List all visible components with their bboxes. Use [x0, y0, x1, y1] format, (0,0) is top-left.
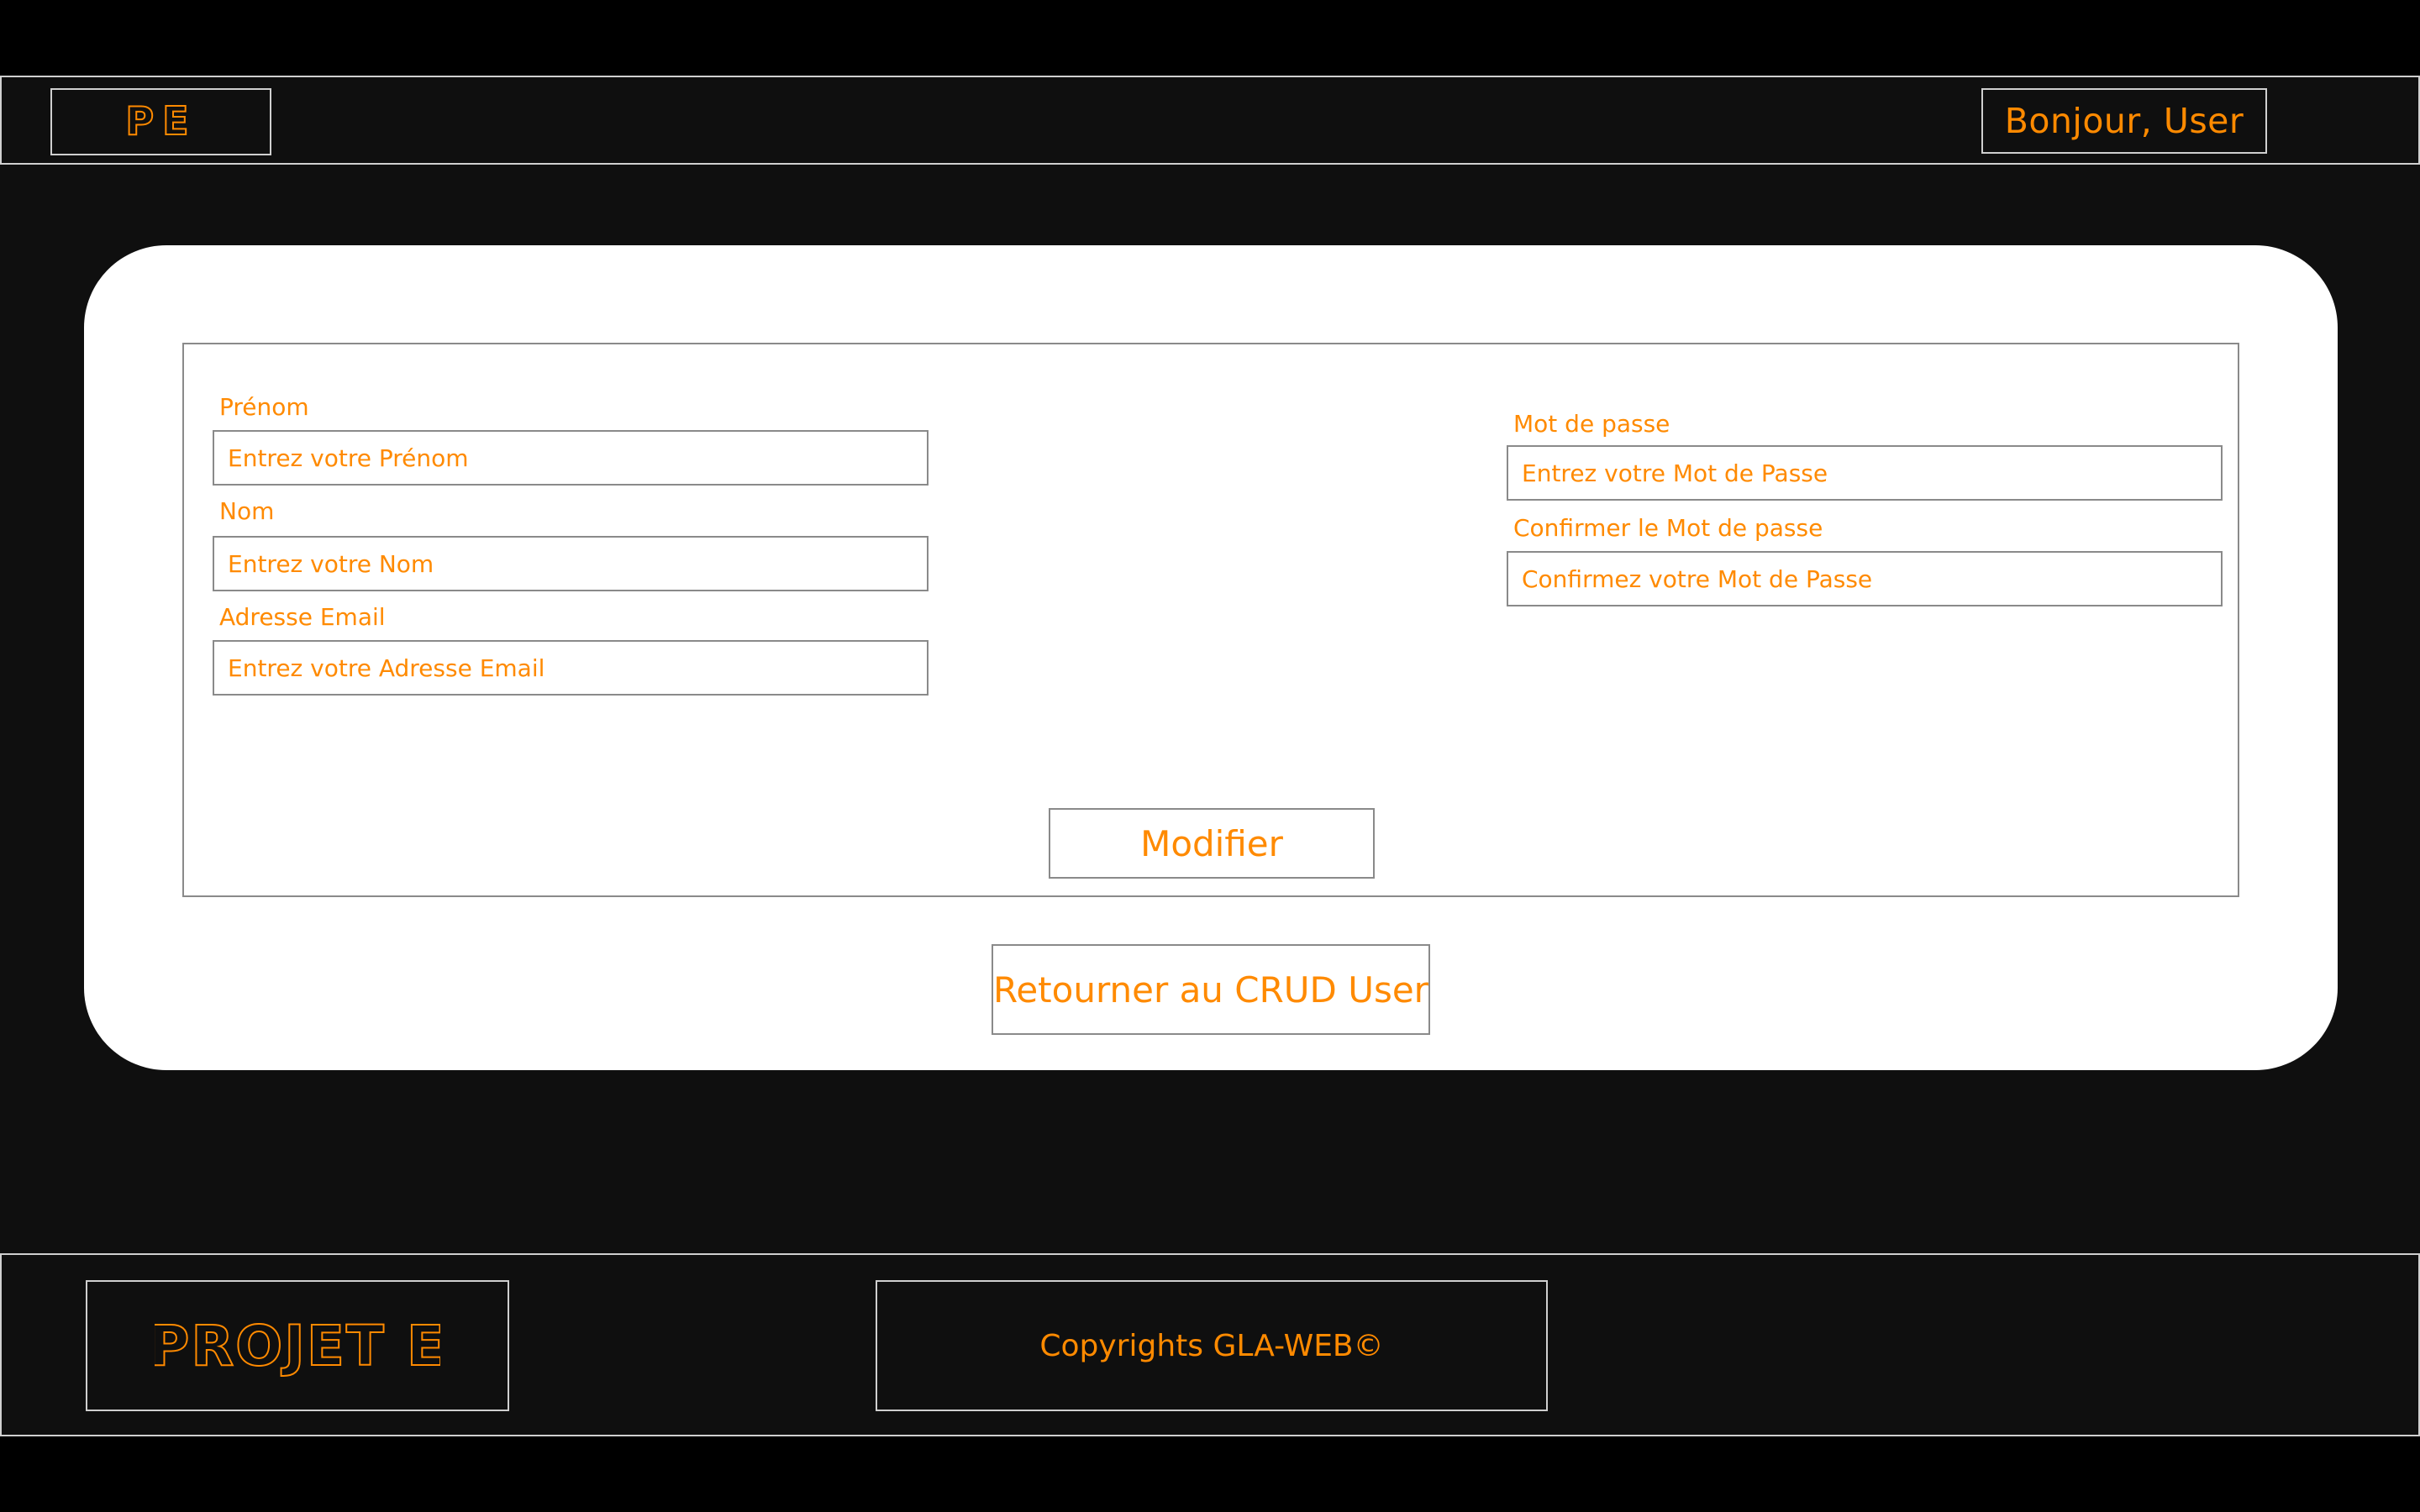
modify-button[interactable]: Modifier: [1049, 808, 1375, 879]
email-input[interactable]: [213, 640, 929, 696]
confirm-password-input[interactable]: [1507, 551, 2223, 606]
header: PE Bonjour, User: [0, 76, 2420, 165]
footer-logo-text: PROJET E: [155, 1314, 440, 1378]
header-logo[interactable]: PE: [50, 88, 271, 155]
edit-user-card: Prénom Nom Adresse Email Mot de passe Co…: [84, 245, 2338, 1070]
lastname-label: Nom: [219, 497, 275, 525]
footer: PROJET E Copyrights GLA-WEB©: [0, 1253, 2420, 1436]
header-logo-text: PE: [125, 98, 197, 144]
firstname-label: Prénom: [219, 393, 309, 421]
pe-logo-icon: PE: [124, 97, 197, 144]
email-label: Adresse Email: [219, 603, 386, 631]
lastname-input[interactable]: [213, 536, 929, 591]
copyright-text: Copyrights GLA-WEB©: [876, 1280, 1548, 1411]
return-crud-button[interactable]: Retourner au CRUD User: [992, 944, 1430, 1035]
password-label: Mot de passe: [1513, 410, 1670, 438]
page: PE Bonjour, User Prénom Nom Adresse Emai…: [0, 0, 2420, 1512]
user-greeting[interactable]: Bonjour, User: [1981, 88, 2267, 154]
confirm-password-label: Confirmer le Mot de passe: [1513, 514, 1823, 542]
footer-logo[interactable]: PROJET E: [86, 1280, 509, 1411]
firstname-input[interactable]: [213, 430, 929, 486]
password-input[interactable]: [1507, 445, 2223, 501]
edit-user-form: Prénom Nom Adresse Email Mot de passe Co…: [182, 343, 2239, 897]
projet-e-logo-icon: PROJET E: [155, 1313, 440, 1379]
